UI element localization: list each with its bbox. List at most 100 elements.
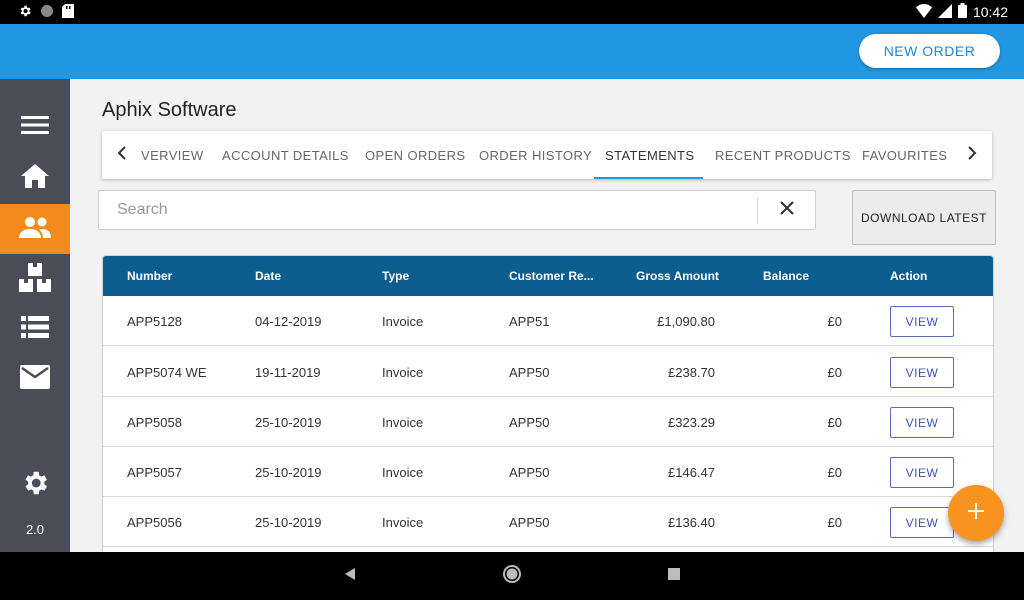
tab-favourites[interactable]: FAVOURITES	[862, 131, 947, 179]
menu-icon	[21, 115, 49, 140]
table-row: APP5128 04-12-2019 Invoice APP51 £1,090.…	[103, 296, 993, 346]
cell-type: Invoice	[382, 464, 424, 480]
status-bar: 10:42	[0, 0, 1024, 24]
cell-balance: £0	[827, 514, 842, 530]
tab-account-details[interactable]: ACCOUNT DETAILS	[222, 131, 349, 179]
cell-gross-amount: £136.40	[668, 514, 715, 530]
cell-number: APP5057	[127, 464, 182, 480]
view-button[interactable]: VIEW	[890, 306, 954, 337]
back-button[interactable]	[338, 564, 362, 588]
cell-customer-ref: APP50	[509, 514, 550, 530]
home-icon	[20, 163, 50, 194]
navigation-bar	[0, 552, 1024, 600]
sidebar-item-settings[interactable]	[0, 460, 70, 510]
tab-open-orders[interactable]: OPEN ORDERS	[365, 131, 465, 179]
circle-notification-icon	[40, 4, 54, 23]
cell-number: APP5128	[127, 313, 182, 329]
table-row: APP5074 WE 19-11-2019 Invoice APP50 £238…	[103, 347, 993, 397]
clock: 10:42	[972, 4, 1008, 20]
settings-notification-icon	[18, 4, 32, 23]
search-divider	[757, 198, 758, 224]
cell-customer-ref: APP50	[509, 414, 550, 430]
app-version: 2.0	[25, 522, 45, 537]
signal-icon	[937, 3, 952, 21]
active-tab-indicator	[594, 177, 703, 179]
tab-overview[interactable]: VERVIEW	[141, 131, 204, 179]
cell-date: 25-10-2019	[255, 414, 322, 430]
tabs-scroll-left[interactable]	[104, 131, 140, 179]
gear-icon	[20, 468, 50, 503]
search-box	[98, 190, 816, 230]
table-header: Number Date Type Customer Re... Gross Am…	[103, 256, 993, 296]
table-row: APP5058 25-10-2019 Invoice APP50 £323.29…	[103, 397, 993, 447]
cell-gross-amount: £146.47	[668, 464, 715, 480]
sidebar: 2.0	[0, 79, 70, 552]
cell-balance: £0	[827, 364, 842, 380]
home-nav-button[interactable]	[500, 564, 524, 588]
column-header-type[interactable]: Type	[382, 256, 409, 296]
tabs-scroll-right[interactable]	[954, 131, 990, 179]
cell-number: APP5056	[127, 514, 182, 530]
recents-square-icon	[667, 567, 681, 586]
column-header-balance[interactable]: Balance	[763, 256, 809, 296]
view-button[interactable]: VIEW	[890, 407, 954, 438]
view-button[interactable]: VIEW	[890, 457, 954, 488]
cell-type: Invoice	[382, 414, 424, 430]
mail-icon	[20, 364, 50, 394]
new-order-button[interactable]: NEW ORDER	[859, 34, 1000, 68]
sidebar-item-mail[interactable]	[0, 354, 70, 404]
sidebar-item-customers[interactable]	[0, 204, 70, 254]
cell-type: Invoice	[382, 514, 424, 530]
cell-customer-ref: APP51	[509, 313, 550, 329]
column-header-gross-amount[interactable]: Gross Amount	[636, 256, 719, 296]
column-header-customer-ref[interactable]: Customer Re...	[509, 256, 594, 296]
customers-icon	[18, 216, 52, 243]
app-bar: NEW ORDER	[0, 24, 1024, 79]
tab-bar: VERVIEW ACCOUNT DETAILS OPEN ORDERS ORDE…	[102, 131, 992, 179]
cell-balance: £0	[827, 313, 842, 329]
page-title: Aphix Software	[102, 99, 237, 121]
home-circle-icon	[502, 564, 522, 589]
chevron-left-icon	[117, 145, 127, 165]
cell-gross-amount: £238.70	[668, 364, 715, 380]
back-triangle-icon	[343, 567, 357, 586]
column-header-action: Action	[890, 269, 928, 283]
view-button[interactable]: VIEW	[890, 357, 954, 388]
wifi-icon	[915, 3, 932, 21]
sidebar-item-home[interactable]	[0, 153, 70, 203]
cell-customer-ref: APP50	[509, 364, 550, 380]
column-header-date[interactable]: Date	[255, 256, 281, 296]
cell-gross-amount: £323.29	[668, 414, 715, 430]
plus-icon	[967, 502, 985, 525]
column-header-number[interactable]: Number	[127, 256, 172, 296]
tab-recent-products[interactable]: RECENT PRODUCTS	[715, 131, 851, 179]
recents-button[interactable]	[662, 564, 686, 588]
view-button[interactable]: VIEW	[890, 507, 954, 538]
cell-date: 25-10-2019	[255, 464, 322, 480]
cell-type: Invoice	[382, 364, 424, 380]
menu-button[interactable]	[0, 102, 70, 152]
sidebar-item-list[interactable]	[0, 304, 70, 354]
table-row: APP5057 25-10-2019 Invoice APP50 £146.47…	[103, 447, 993, 497]
table-row: APP5056 25-10-2019 Invoice APP50 £136.40…	[103, 497, 993, 547]
sidebar-item-products[interactable]	[0, 255, 70, 305]
close-icon	[779, 200, 795, 221]
main-content: Aphix Software VERVIEW ACCOUNT DETAILS O…	[70, 79, 1024, 552]
clear-search-button[interactable]	[759, 191, 815, 229]
cell-date: 04-12-2019	[255, 313, 322, 329]
tab-statements[interactable]: STATEMENTS	[605, 131, 694, 179]
cell-gross-amount: £1,090.80	[657, 313, 715, 329]
products-icon	[18, 262, 52, 298]
cell-balance: £0	[827, 414, 842, 430]
list-icon	[21, 315, 49, 343]
cell-date: 25-10-2019	[255, 514, 322, 530]
chevron-right-icon	[967, 145, 977, 165]
sd-card-icon	[62, 4, 74, 23]
tab-order-history[interactable]: ORDER HISTORY	[479, 131, 592, 179]
battery-icon	[957, 3, 967, 21]
cell-number: APP5058	[127, 414, 182, 430]
add-fab-button[interactable]	[948, 485, 1004, 541]
cell-number: APP5074 WE	[127, 364, 207, 380]
search-input[interactable]	[99, 191, 755, 229]
download-latest-button[interactable]: DOWNLOAD LATEST	[852, 190, 996, 245]
